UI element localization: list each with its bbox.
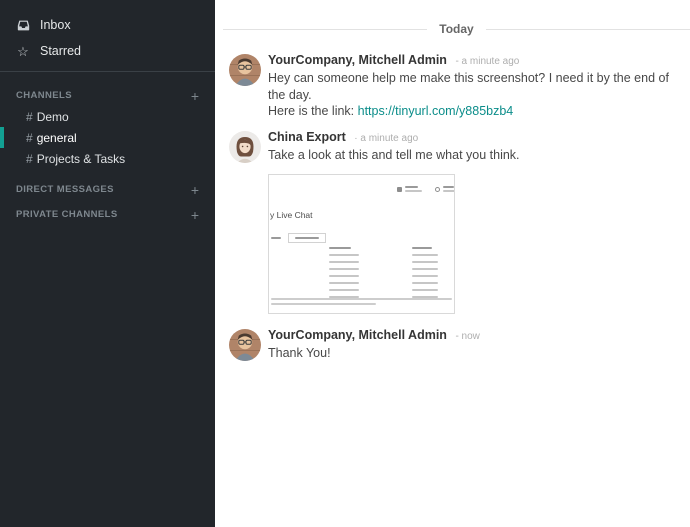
discuss-app: Inbox ☆ Starred CHANNELS + # Demo # genera… xyxy=(0,0,690,527)
sidebar-item-channel-demo[interactable]: # Demo xyxy=(0,106,215,127)
thumb-stat-widget xyxy=(397,186,422,192)
private-channels-section-header: PRIVATE CHANNELS + xyxy=(0,200,215,225)
sidebar-item-inbox[interactable]: Inbox xyxy=(0,12,215,38)
thumb-tab xyxy=(288,233,326,243)
star-icon: ☆ xyxy=(16,45,30,58)
channel-label: Projects & Tasks xyxy=(37,152,125,166)
thumb-tabs xyxy=(271,233,326,243)
message-header: YourCompany, Mitchell Admin - now xyxy=(268,327,676,345)
sidebar-item-starred[interactable]: ☆ Starred xyxy=(0,38,215,64)
sidebar-divider xyxy=(0,71,215,72)
message-timestamp: · a minute ago xyxy=(354,133,418,144)
thumb-page-title: y Live Chat xyxy=(270,210,313,220)
stat-icon xyxy=(435,187,440,192)
inbox-icon xyxy=(16,19,30,32)
message-text: Hey can someone help me make this screen… xyxy=(268,70,676,120)
message-header: YourCompany, Mitchell Admin - a minute a… xyxy=(268,52,676,70)
message: YourCompany, Mitchell Admin - a minute a… xyxy=(215,52,690,120)
sidebar-item-label: Inbox xyxy=(40,18,71,32)
direct-messages-section-label: DIRECT MESSAGES xyxy=(16,184,114,195)
message-timestamp: - a minute ago xyxy=(455,56,519,67)
sidebar: Inbox ☆ Starred CHANNELS + # Demo # genera… xyxy=(0,0,215,527)
avatar-mitchell-admin xyxy=(229,329,261,361)
attachment-thumbnail[interactable]: y Live Chat xyxy=(268,174,455,314)
avatar-mitchell-admin xyxy=(229,54,261,86)
channels-section-header: CHANNELS + xyxy=(0,81,215,106)
message-line: Take a look at this and tell me what you… xyxy=(268,148,520,162)
hash-icon: # xyxy=(26,110,33,124)
channels-section-label: CHANNELS xyxy=(16,90,72,101)
thumb-stats xyxy=(397,186,455,192)
thumb-footnote xyxy=(271,298,452,305)
add-channel-button[interactable]: + xyxy=(191,91,199,101)
thumb-table xyxy=(329,245,446,301)
hash-icon: # xyxy=(26,131,33,145)
message: YourCompany, Mitchell Admin - now Thank … xyxy=(215,327,690,362)
channel-label: general xyxy=(37,131,77,145)
divider-line xyxy=(486,29,690,30)
author-name: YourCompany, Mitchell Admin xyxy=(268,328,447,342)
message-line: Hey can someone help me make this screen… xyxy=(268,71,669,102)
add-private-channel-button[interactable]: + xyxy=(191,210,199,220)
direct-messages-section-header: DIRECT MESSAGES + xyxy=(0,175,215,200)
author-name: China Export xyxy=(268,130,346,144)
date-divider: Today xyxy=(215,22,690,36)
sidebar-item-channel-general[interactable]: # general xyxy=(0,127,215,148)
message-line: Here is the link: xyxy=(268,104,358,118)
avatar-china-export xyxy=(229,131,261,163)
message-content: China Export · a minute ago Take a look … xyxy=(268,129,676,315)
private-channels-section-label: PRIVATE CHANNELS xyxy=(16,209,118,220)
message: China Export · a minute ago Take a look … xyxy=(215,129,690,315)
message-header: China Export · a minute ago xyxy=(268,129,676,147)
message-line: Thank You! xyxy=(268,346,331,360)
message-text: Thank You! xyxy=(268,345,676,362)
hash-icon: # xyxy=(26,152,33,166)
stat-icon xyxy=(397,187,402,192)
divider-line xyxy=(223,29,427,30)
date-label: Today xyxy=(439,22,473,36)
sidebar-item-channel-projects-tasks[interactable]: # Projects & Tasks xyxy=(0,148,215,169)
message-thread: Today YourCompany, Mitchell Adm xyxy=(215,0,690,527)
channel-label: Demo xyxy=(37,110,69,124)
sidebar-item-label: Starred xyxy=(40,44,81,58)
add-direct-message-button[interactable]: + xyxy=(191,185,199,195)
message-content: YourCompany, Mitchell Admin - a minute a… xyxy=(268,52,676,120)
message-link[interactable]: https://tinyurl.com/y885bzb4 xyxy=(358,104,514,118)
thumb-stat-widget xyxy=(435,186,455,192)
author-name: YourCompany, Mitchell Admin xyxy=(268,53,447,67)
message-timestamp: - now xyxy=(455,331,479,342)
message-text: Take a look at this and tell me what you… xyxy=(268,147,676,164)
message-content: YourCompany, Mitchell Admin - now Thank … xyxy=(268,327,676,362)
